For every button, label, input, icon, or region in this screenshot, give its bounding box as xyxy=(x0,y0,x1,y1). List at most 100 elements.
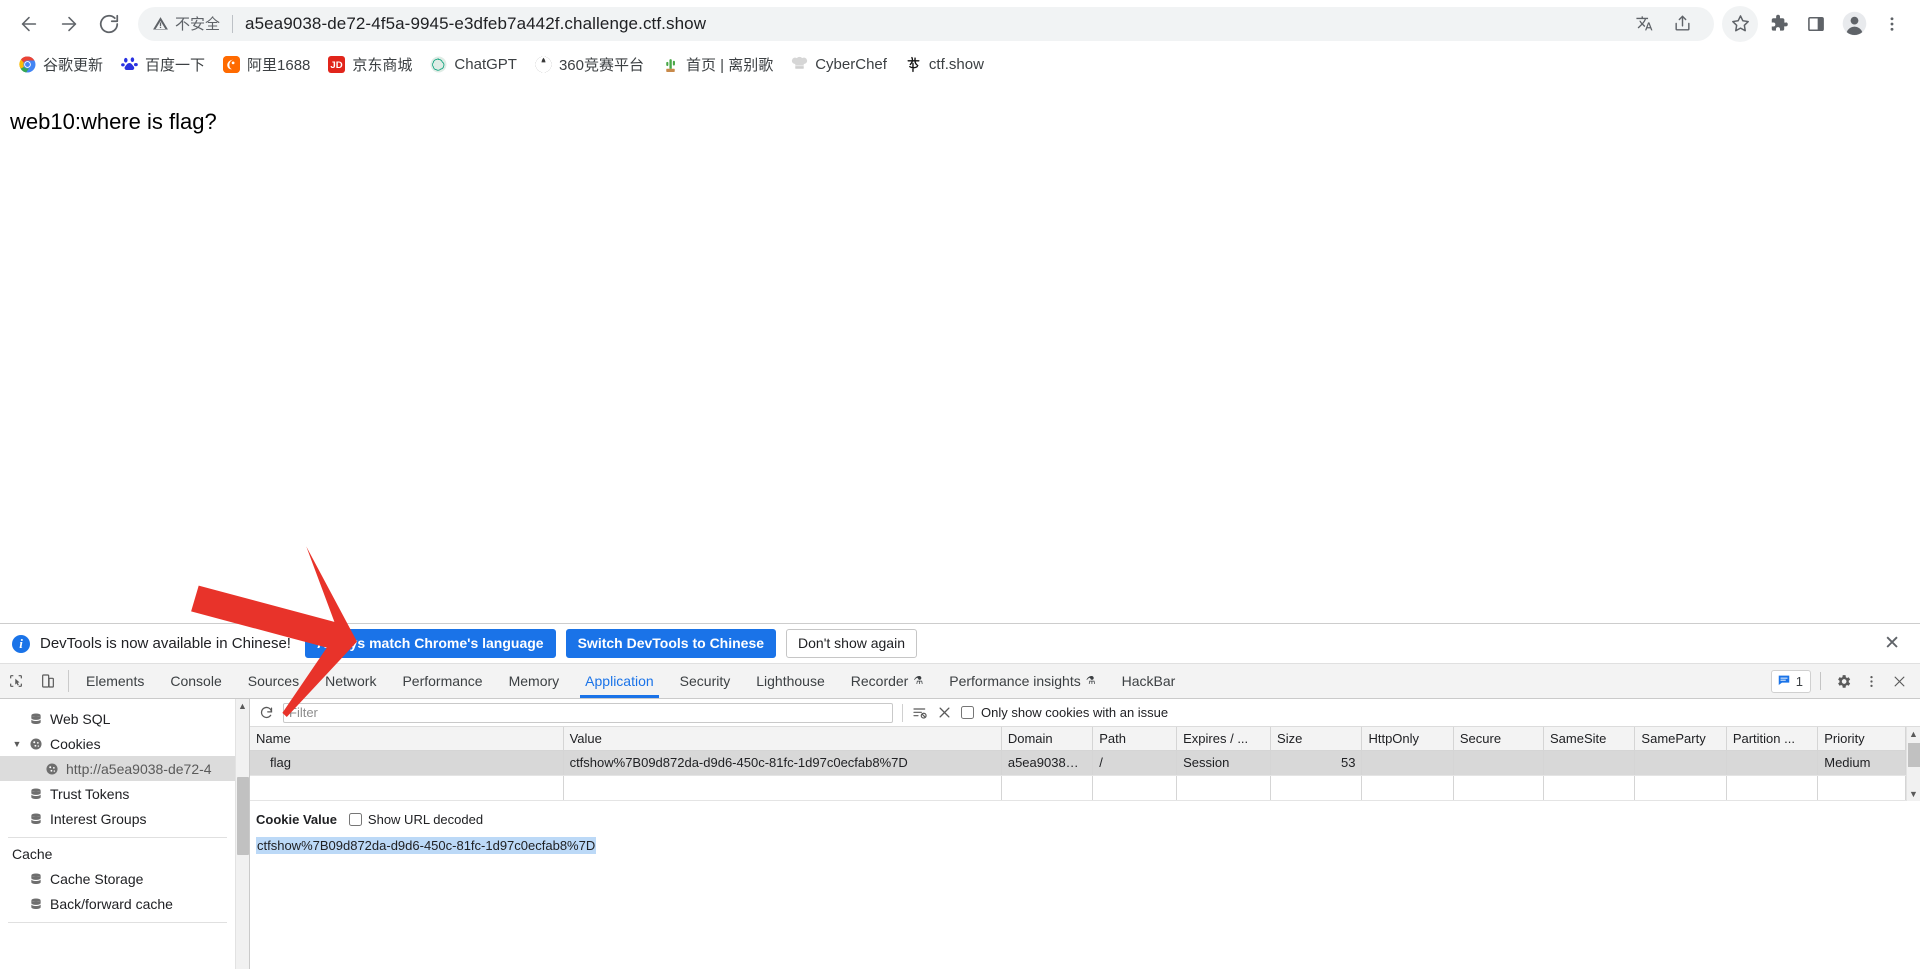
sidebar-item-websql[interactable]: Web SQL xyxy=(0,706,235,731)
inspect-element-icon[interactable] xyxy=(0,664,32,698)
column-header-domain[interactable]: Domain xyxy=(1001,727,1094,751)
column-header-value[interactable]: Value xyxy=(563,727,1002,751)
column-header-path[interactable]: Path xyxy=(1092,727,1178,751)
reload-button[interactable] xyxy=(90,5,128,43)
side-panel-icon[interactable] xyxy=(1798,6,1834,42)
bookmark-star-icon[interactable] xyxy=(1722,5,1758,42)
tab-network[interactable]: Network xyxy=(312,664,389,698)
tab-performance[interactable]: Performance xyxy=(389,664,495,698)
chevron-down-icon[interactable]: ▼ xyxy=(12,739,22,749)
bookmarks-bar: 谷歌更新 百度一下 阿里1688 JD 京东商城 ChatGPT 360竞赛平台… xyxy=(0,47,1920,82)
column-header-sameparty[interactable]: SameParty xyxy=(1634,727,1727,751)
tab-console[interactable]: Console xyxy=(157,664,234,698)
dont-show-again-button[interactable]: Don't show again xyxy=(786,628,917,659)
browser-chrome: 不安全 a5ea9038-de72-4f5a-9945-e3dfeb7a442f… xyxy=(0,0,1920,82)
message-count-badge[interactable]: 1 xyxy=(1770,669,1811,693)
globe-icon xyxy=(535,56,552,73)
tab-security[interactable]: Security xyxy=(667,664,744,698)
sidebar-item-cookie-origin[interactable]: http://a5ea9038-de72-4 xyxy=(0,756,235,781)
clear-filter-icon[interactable] xyxy=(937,705,952,720)
delete-all-cookies-icon[interactable] xyxy=(912,705,928,721)
alibaba-icon xyxy=(223,56,241,73)
sidebar-item-trust-tokens[interactable]: Trust Tokens xyxy=(0,781,235,806)
tab-recorder[interactable]: Recorder ⚗ xyxy=(838,664,936,698)
bookmark-item[interactable]: 谷歌更新 xyxy=(10,50,112,79)
tab-label: Recorder xyxy=(850,673,909,689)
show-url-decoded-checkbox[interactable] xyxy=(348,813,362,826)
bookmark-item[interactable]: 阿里1688 xyxy=(214,50,319,79)
bookmark-label: 首页 | 离别歌 xyxy=(685,57,774,74)
application-sidebar: IndexedDB Web SQL ▼ Cookies xyxy=(0,699,250,969)
preview-feature-icon: ⚗ xyxy=(1085,674,1096,687)
devtools-panel: i DevTools is now available in Chinese! … xyxy=(0,546,1920,969)
close-icon[interactable]: ✕ xyxy=(1876,634,1908,653)
bookmark-item[interactable]: 百度一下 xyxy=(112,50,214,79)
column-header-priority[interactable]: Priority xyxy=(1817,727,1906,751)
bookmark-item[interactable]: 首页 | 离别歌 xyxy=(653,50,782,79)
filter-input[interactable] xyxy=(283,702,893,723)
tab-hackbar[interactable]: HackBar xyxy=(1109,664,1189,698)
switch-devtools-to-chinese-button[interactable]: Switch DevTools to Chinese xyxy=(565,628,777,659)
tab-performance-insights[interactable]: Performance insights ⚗ xyxy=(936,664,1108,698)
tab-label: Sources xyxy=(247,673,300,689)
tabbar-right-separator xyxy=(1820,672,1821,690)
tab-elements[interactable]: Elements xyxy=(73,664,157,698)
cookie-value-text[interactable]: ctfshow%7B09d872da-d9d6-450c-81fc-1d97c0… xyxy=(256,836,597,854)
refresh-icon[interactable] xyxy=(259,705,274,720)
address-bar[interactable]: 不安全 a5ea9038-de72-4f5a-9945-e3dfeb7a442f… xyxy=(138,6,1714,42)
column-header-size[interactable]: Size xyxy=(1270,727,1363,751)
devtools-more-menu-icon[interactable] xyxy=(1858,668,1884,694)
forward-button[interactable] xyxy=(50,5,88,43)
profile-avatar-icon[interactable] xyxy=(1836,6,1872,42)
sidebar-scroll-thumb[interactable] xyxy=(237,777,249,855)
devtools-close-icon[interactable] xyxy=(1886,668,1912,694)
sidebar-item-back-forward-cache[interactable]: Back/forward cache xyxy=(0,891,235,916)
sidebar-item-cache-storage[interactable]: Cache Storage xyxy=(0,866,235,891)
only-show-issues-checkbox-wrap[interactable]: Only show cookies with an issue xyxy=(961,705,1168,720)
scroll-up-arrow-icon[interactable]: ▲ xyxy=(236,699,249,713)
cell-expires: Session xyxy=(1176,750,1272,776)
tab-application[interactable]: Application xyxy=(572,664,667,698)
sidebar-scrollbar[interactable]: ▲ ▼ xyxy=(235,699,249,969)
sidebar-item-interest-groups[interactable]: Interest Groups xyxy=(0,806,235,831)
gear-icon[interactable] xyxy=(1830,668,1856,694)
security-status-chip[interactable]: 不安全 xyxy=(152,13,220,34)
table-scroll-thumb[interactable] xyxy=(1908,743,1920,767)
bookmark-label: ChatGPT xyxy=(454,56,517,73)
back-button[interactable] xyxy=(10,5,48,43)
column-header-partition[interactable]: Partition ... xyxy=(1726,727,1819,751)
message-count: 1 xyxy=(1795,673,1803,689)
only-show-issues-checkbox[interactable] xyxy=(961,706,974,719)
scroll-up-arrow-icon[interactable]: ▲ xyxy=(1907,727,1920,741)
bookmark-item[interactable]: JD 京东商城 xyxy=(319,50,421,79)
tab-memory[interactable]: Memory xyxy=(496,664,573,698)
column-header-secure[interactable]: Secure xyxy=(1453,727,1545,751)
browser-menu-icon[interactable] xyxy=(1874,6,1910,42)
share-icon[interactable] xyxy=(1664,6,1700,42)
always-match-language-button[interactable]: Always match Chrome's language xyxy=(304,628,556,659)
sidebar-item-label: Web SQL xyxy=(50,710,111,727)
table-row[interactable]: flag ctfshow%7B09d872da-d9d6-450c-81fc-1… xyxy=(250,750,1906,776)
bookmark-item[interactable]: CyberChef xyxy=(782,52,896,77)
sidebar-item-label: Back/forward cache xyxy=(50,895,173,912)
cookie-table-scrollbar[interactable]: ▲ ▼ xyxy=(1906,727,1920,801)
cookie-icon xyxy=(45,762,59,776)
extensions-puzzle-icon[interactable] xyxy=(1760,6,1796,42)
sidebar-item-label: Interest Groups xyxy=(50,810,147,827)
bookmark-label: 百度一下 xyxy=(145,57,206,74)
tab-lighthouse[interactable]: Lighthouse xyxy=(743,664,838,698)
device-toolbar-icon[interactable] xyxy=(32,664,64,698)
column-header-httponly[interactable]: HttpOnly xyxy=(1361,727,1454,751)
sidebar-item-indexeddb[interactable]: IndexedDB xyxy=(0,699,235,706)
translate-icon[interactable] xyxy=(1626,6,1662,42)
sidebar-item-cookies[interactable]: ▼ Cookies xyxy=(0,731,235,756)
scroll-down-arrow-icon[interactable]: ▼ xyxy=(1907,787,1920,801)
bookmark-item[interactable]: ctf.show xyxy=(896,52,993,77)
column-header-name[interactable]: Name xyxy=(250,727,564,751)
bookmark-item[interactable]: ChatGPT xyxy=(421,52,526,77)
tab-sources[interactable]: Sources xyxy=(235,664,312,698)
show-url-decoded-wrap[interactable]: Show URL decoded xyxy=(348,812,483,827)
bookmark-item[interactable]: 360竞赛平台 xyxy=(526,50,653,79)
column-header-expires[interactable]: Expires / ... xyxy=(1176,727,1272,751)
column-header-samesite[interactable]: SameSite xyxy=(1543,727,1636,751)
